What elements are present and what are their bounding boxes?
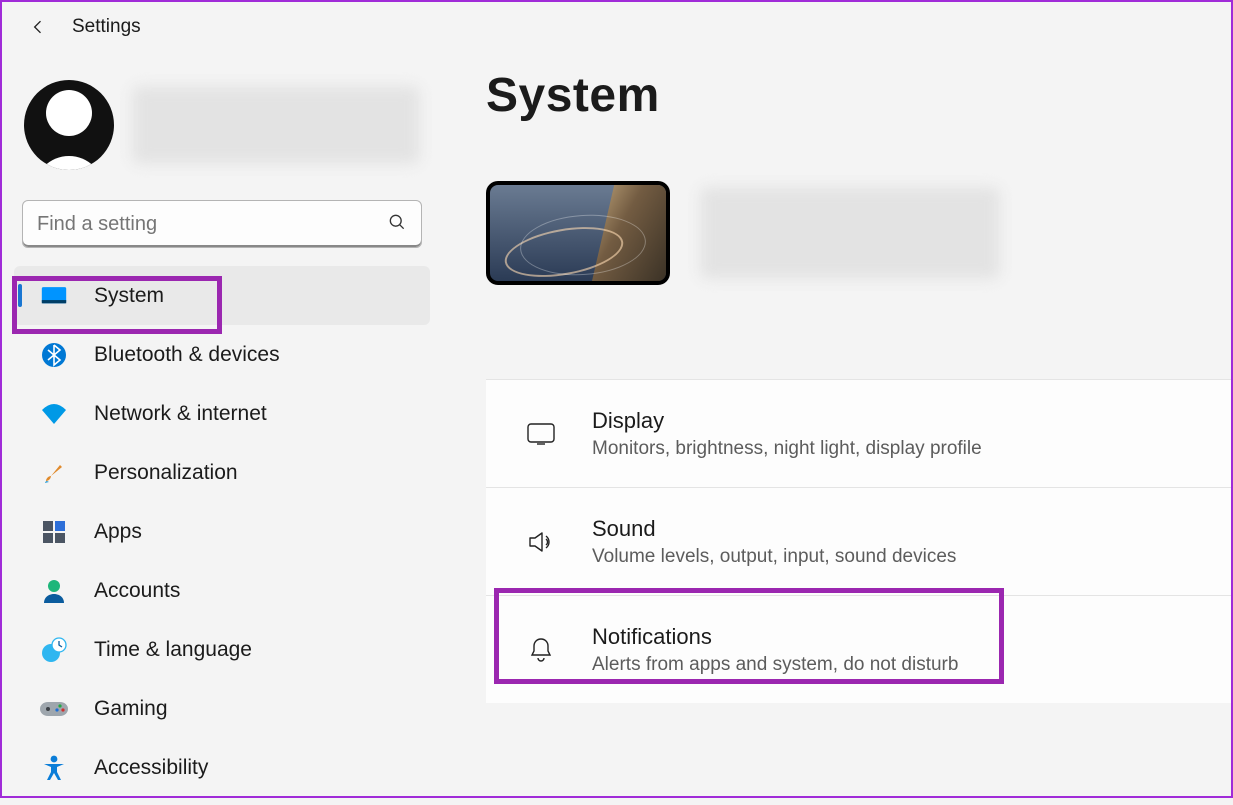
search-icon — [387, 212, 407, 237]
settings-card-display[interactable]: Display Monitors, brightness, night ligh… — [486, 379, 1231, 487]
apps-icon — [40, 518, 68, 546]
card-title: Notifications — [592, 624, 958, 650]
sidebar-item-gaming[interactable]: Gaming — [14, 679, 430, 738]
main-content: System Display Monitors, brightness, nig… — [442, 50, 1231, 805]
back-button[interactable] — [28, 17, 48, 37]
sidebar-item-time-language[interactable]: Time & language — [14, 620, 430, 679]
profile-block[interactable] — [2, 68, 442, 196]
bluetooth-icon — [40, 341, 68, 369]
avatar — [24, 80, 114, 170]
sidebar-item-accounts[interactable]: Accounts — [14, 561, 430, 620]
sidebar-item-label: Apps — [94, 520, 142, 544]
sidebar-item-label: System — [94, 284, 164, 308]
bell-icon — [526, 637, 556, 663]
settings-card-notifications[interactable]: Notifications Alerts from apps and syste… — [486, 595, 1231, 703]
sidebar-item-label: Bluetooth & devices — [94, 343, 280, 367]
sidebar-item-bluetooth[interactable]: Bluetooth & devices — [14, 325, 430, 384]
sidebar-item-system[interactable]: System — [14, 266, 430, 325]
sidebar-item-label: Time & language — [94, 638, 252, 662]
clock-globe-icon — [40, 636, 68, 664]
card-desc: Alerts from apps and system, do not dist… — [592, 654, 958, 676]
sidebar-item-accessibility[interactable]: Accessibility — [14, 738, 430, 797]
person-icon — [40, 577, 68, 605]
card-desc: Volume levels, output, input, sound devi… — [592, 546, 956, 568]
sidebar-item-personalization[interactable]: Personalization — [14, 443, 430, 502]
wifi-icon — [40, 400, 68, 428]
sidebar-item-apps[interactable]: Apps — [14, 502, 430, 561]
search-field[interactable] — [37, 213, 387, 236]
nav: System Bluetooth & devices Network & int… — [2, 266, 442, 805]
device-name-blurred — [700, 187, 1000, 279]
gamepad-icon — [40, 695, 68, 723]
desktop-preview — [486, 181, 670, 285]
sidebar: System Bluetooth & devices Network & int… — [2, 50, 442, 805]
sidebar-item-label: Accounts — [94, 579, 180, 603]
brush-icon — [40, 459, 68, 487]
card-desc: Monitors, brightness, night light, displ… — [592, 438, 982, 460]
sidebar-item-label: Accessibility — [94, 756, 208, 780]
profile-name-blurred — [132, 86, 420, 164]
display-icon — [526, 423, 556, 445]
page-title: System — [486, 68, 1231, 123]
card-title: Sound — [592, 516, 956, 542]
search-input[interactable] — [22, 200, 422, 248]
card-title: Display — [592, 408, 982, 434]
sidebar-item-label: Gaming — [94, 697, 168, 721]
speaker-icon — [526, 530, 556, 554]
accessibility-icon — [40, 754, 68, 782]
monitor-icon — [40, 282, 68, 310]
sidebar-item-network[interactable]: Network & internet — [14, 384, 430, 443]
device-summary[interactable] — [486, 181, 1231, 285]
sidebar-item-label: Network & internet — [94, 402, 267, 426]
sidebar-item-label: Personalization — [94, 461, 238, 485]
settings-card-sound[interactable]: Sound Volume levels, output, input, soun… — [486, 487, 1231, 595]
app-title: Settings — [72, 16, 141, 38]
